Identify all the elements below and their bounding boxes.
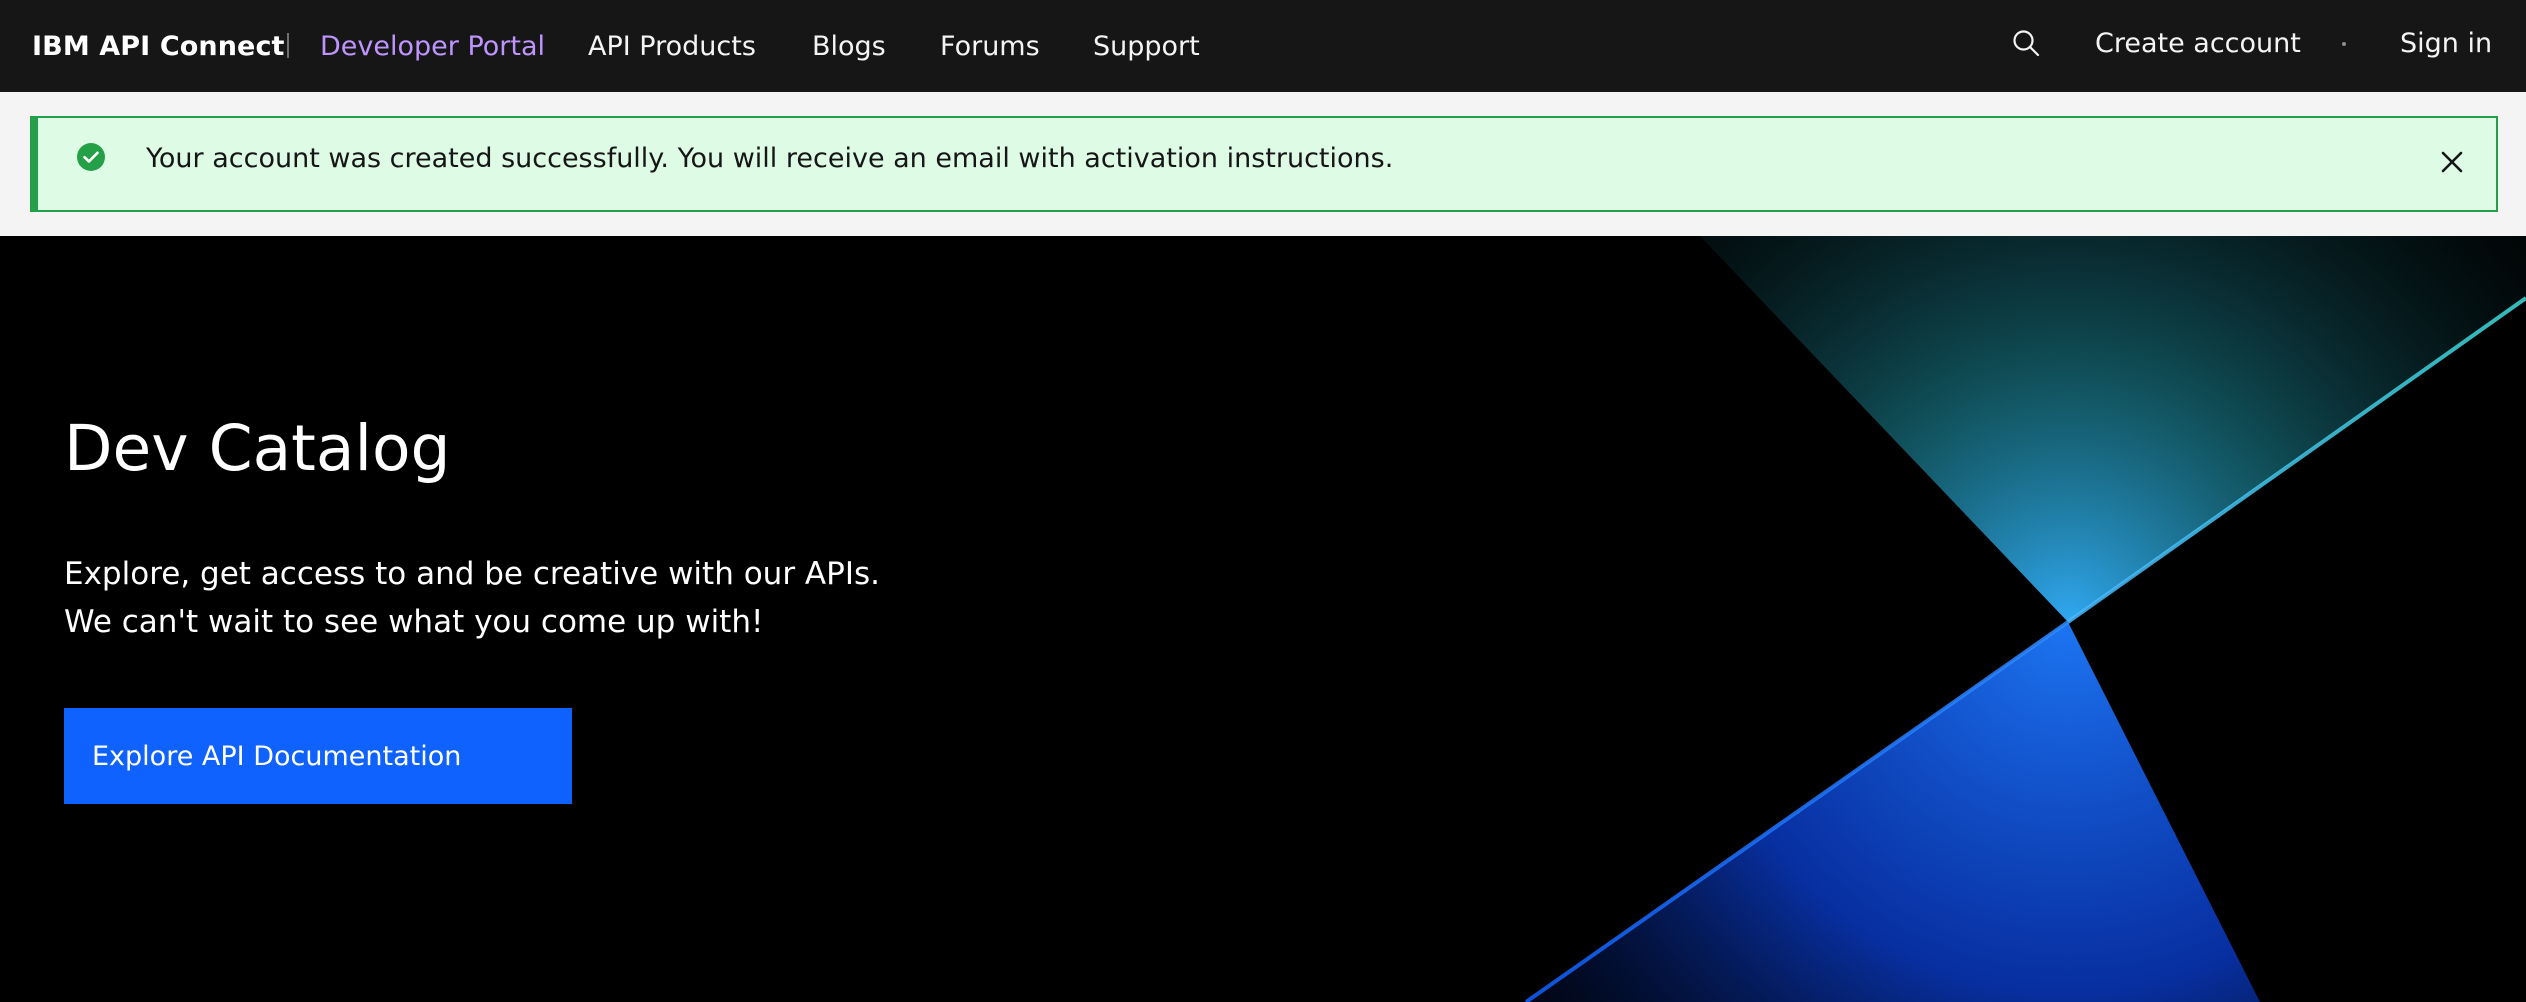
nav-link-forums[interactable]: Forums bbox=[940, 0, 1040, 92]
hero-description-line-1: Explore, get access to and be creative w… bbox=[64, 556, 880, 592]
create-account-link[interactable]: Create account bbox=[2095, 0, 2301, 86]
page-title: Dev Catalog bbox=[64, 412, 451, 485]
checkmark-filled-icon bbox=[77, 143, 105, 171]
hero-beam-lower bbox=[1526, 622, 2260, 1002]
nav-dot-separator bbox=[2342, 42, 2346, 46]
search-button[interactable] bbox=[2005, 22, 2047, 64]
nav-link-developer-portal[interactable]: Developer Portal bbox=[320, 0, 545, 92]
notification-close-button[interactable] bbox=[2432, 142, 2472, 182]
hero-beam-upper bbox=[1700, 236, 2526, 622]
hero-section: Dev Catalog Explore, get access to and b… bbox=[0, 236, 2526, 1002]
nav-link-api-products[interactable]: API Products bbox=[588, 0, 756, 92]
brand-divider bbox=[287, 33, 289, 58]
notification-area: Your account was created successfully. Y… bbox=[0, 92, 2526, 236]
hero-description: Explore, get access to and be creative w… bbox=[64, 550, 880, 646]
brand-name[interactable]: IBM API Connect bbox=[32, 0, 285, 92]
hero-description-line-2: We can't wait to see what you come up wi… bbox=[64, 604, 764, 640]
explore-api-documentation-button[interactable]: Explore API Documentation bbox=[64, 708, 572, 804]
nav-link-blogs[interactable]: Blogs bbox=[812, 0, 886, 92]
sign-in-link[interactable]: Sign in bbox=[2400, 0, 2492, 86]
search-icon bbox=[2013, 30, 2040, 57]
close-icon bbox=[2441, 151, 2463, 173]
notification-message: Your account was created successfully. Y… bbox=[146, 142, 1394, 174]
success-notification: Your account was created successfully. Y… bbox=[30, 116, 2498, 212]
nav-link-support[interactable]: Support bbox=[1093, 0, 1200, 92]
top-navigation-bar: IBM API Connect Developer Portal API Pro… bbox=[0, 0, 2526, 92]
